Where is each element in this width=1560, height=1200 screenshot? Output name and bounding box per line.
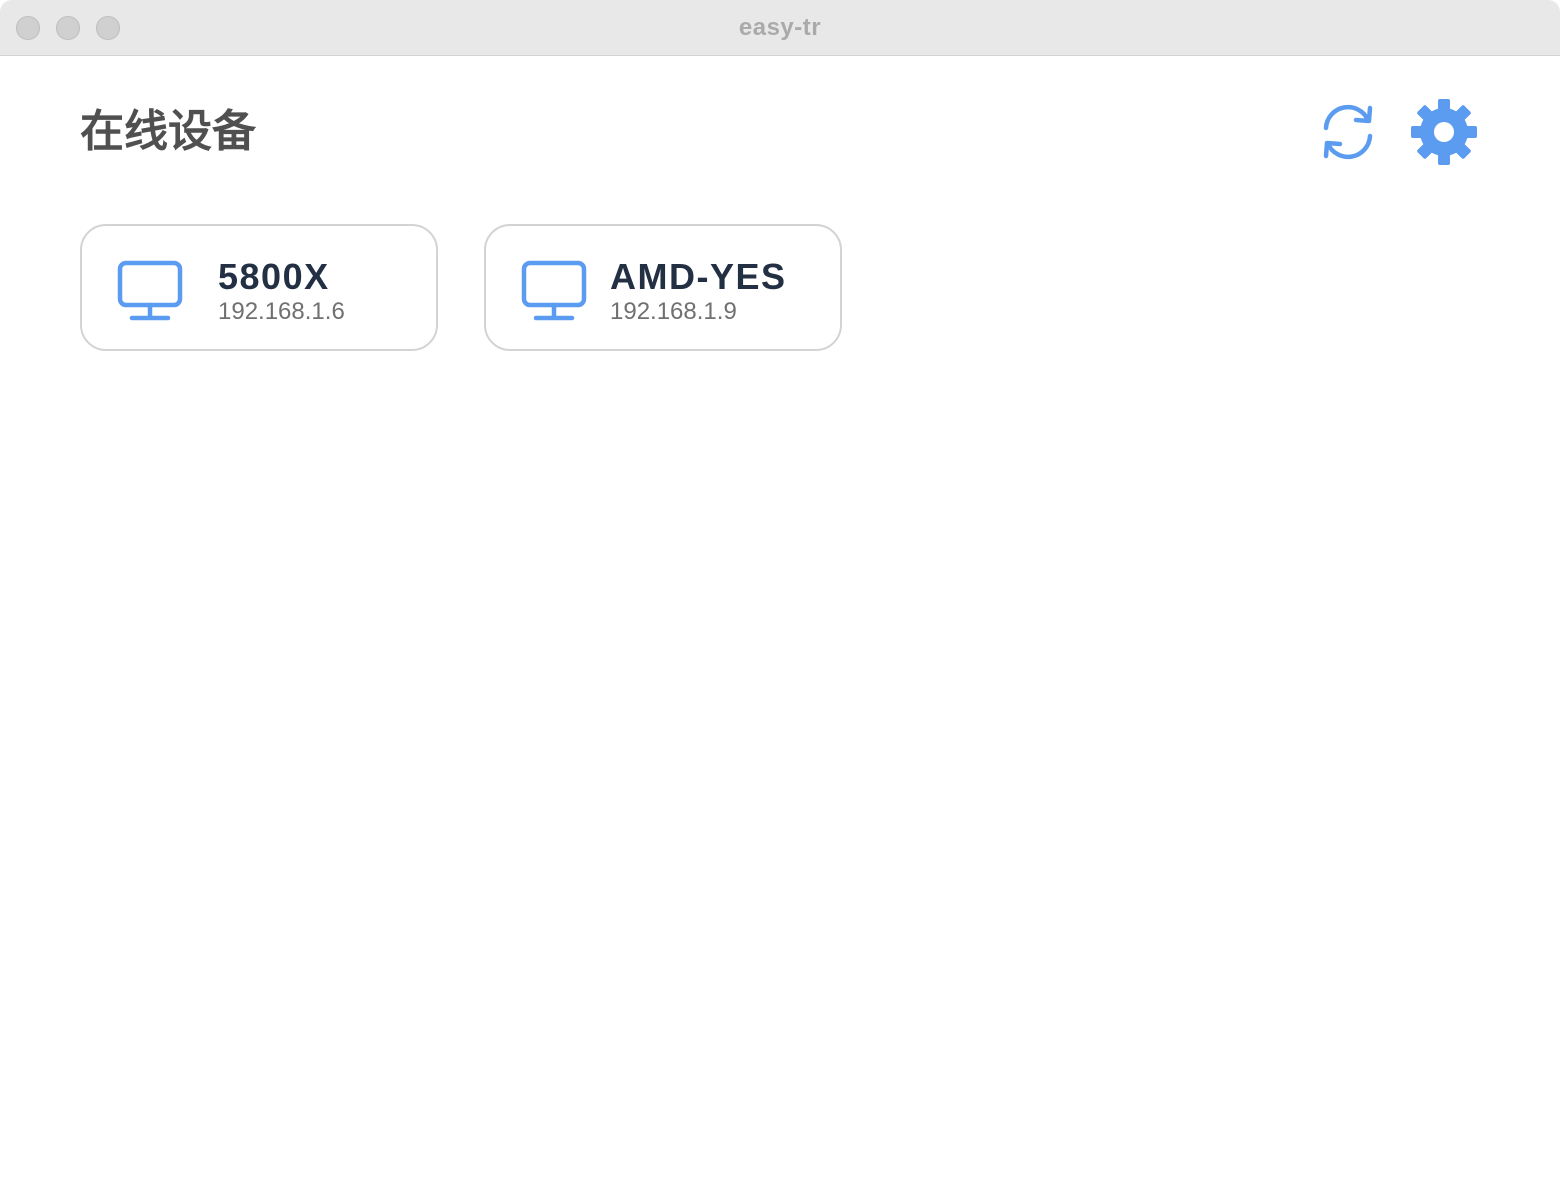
device-name: AMD-YES — [610, 256, 787, 297]
device-card[interactable]: 5800X 192.168.1.6 — [80, 224, 438, 351]
refresh-icon[interactable] — [1316, 100, 1380, 164]
page-title: 在线设备 — [80, 107, 256, 156]
device-ip: 192.168.1.9 — [610, 298, 737, 325]
gear-icon[interactable] — [1410, 99, 1478, 165]
monitor-icon — [117, 260, 183, 321]
device-ip: 192.168.1.6 — [218, 298, 345, 325]
monitor-icon — [521, 260, 587, 321]
device-card[interactable]: AMD-YES 192.168.1.9 — [484, 224, 842, 351]
device-name: 5800X — [218, 256, 330, 297]
title-bar[interactable]: easy-tr — [0, 0, 1560, 56]
window-title: easy-tr — [738, 14, 822, 41]
app-window: easy-tr 在线设备 5800X 192.168.1.6 AMD-YES 1… — [0, 0, 1560, 1200]
